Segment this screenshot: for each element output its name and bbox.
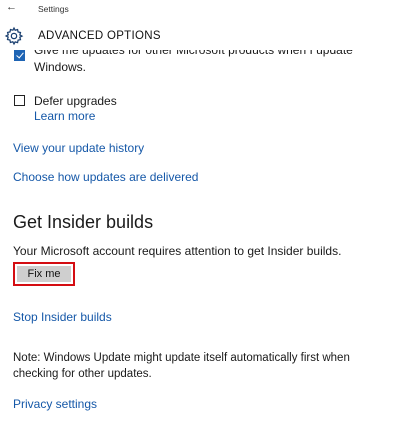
insider-section-title: Get Insider builds [13,212,154,232]
update-note: Note: Windows Update might update itself… [13,352,350,380]
view-update-history-link[interactable]: View your update history [13,141,144,155]
update-delivery-link[interactable]: Choose how updates are delivered [13,170,198,184]
stop-insider-builds-link[interactable]: Stop Insider builds [13,310,112,324]
give-updates-checkbox[interactable] [14,50,25,61]
give-updates-label-line2: Windows. [34,60,87,74]
gear-icon [4,26,24,46]
learn-more-link[interactable]: Learn more [34,109,95,123]
give-updates-option[interactable]: Give me updates for other Microsoft prod… [13,50,393,76]
fix-me-highlight: Fix me [13,262,75,286]
fix-me-button[interactable]: Fix me [17,266,71,282]
privacy-settings-link[interactable]: Privacy settings [13,397,97,411]
page-header: ADVANCED OPTIONS [0,22,400,50]
window-title: Settings [38,4,69,14]
back-arrow-icon[interactable]: ← [6,2,17,13]
title-bar: ← Settings [0,0,400,18]
give-updates-label-line1: Give me updates for other Microsoft prod… [34,50,353,57]
defer-upgrades-checkbox[interactable] [14,95,25,106]
defer-upgrades-label[interactable]: Defer upgrades [34,94,117,108]
page-title: ADVANCED OPTIONS [38,30,161,42]
insider-account-message: Your Microsoft account requires attentio… [13,244,342,258]
